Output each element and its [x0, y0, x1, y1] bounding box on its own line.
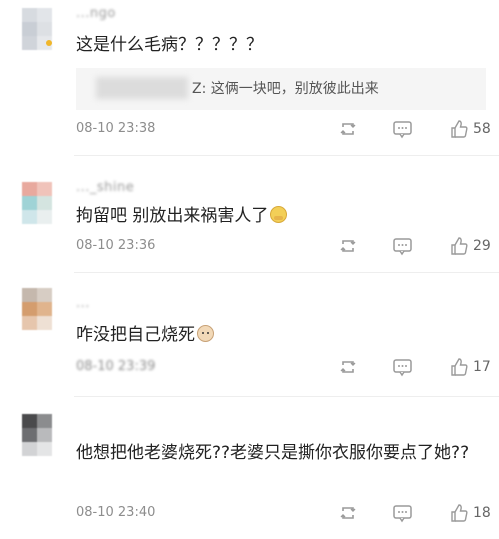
- comment-text: 拘留吧 别放出来祸害人了: [76, 203, 486, 230]
- timestamp: 08-10 23:40: [76, 505, 156, 520]
- avatar-pixel: [22, 36, 37, 50]
- timestamp: 08-10 23:38: [76, 121, 156, 136]
- like-count: 17: [473, 359, 491, 375]
- verified-badge-icon: [46, 40, 52, 46]
- avatar-pixel: [22, 428, 37, 442]
- comment-icon[interactable]: [392, 236, 413, 256]
- avatar-pixel: [37, 22, 52, 36]
- avatar-pixel: [37, 210, 52, 224]
- comment-meta: 08-10 23:39 17: [76, 357, 499, 379]
- avatar-pixel: [22, 316, 37, 330]
- divider: [74, 272, 499, 273]
- repost-icon[interactable]: [338, 503, 358, 523]
- like-count: 29: [473, 238, 491, 254]
- like-count: 58: [473, 121, 491, 137]
- avatar[interactable]: [22, 288, 52, 330]
- divider: [74, 155, 499, 156]
- blurred-quote-author: [96, 77, 188, 99]
- avatar-pixel: [37, 442, 52, 456]
- avatar-pixel: [22, 442, 37, 456]
- avatar-pixel: [22, 196, 37, 210]
- comment-feed: ...ngo 这是什么毛病？？？？？ Z: 这俩一块吧，别放彼此出来 08-10…: [0, 0, 499, 539]
- avatar-pixel: [22, 302, 37, 316]
- username[interactable]: ...ngo: [76, 6, 116, 21]
- thumbs-up-icon: [451, 358, 468, 376]
- quote-text: Z: 这俩一块吧，别放彼此出来: [192, 81, 379, 97]
- avatar-pixel: [22, 8, 37, 22]
- repost-icon[interactable]: [338, 357, 358, 377]
- comment-icon[interactable]: [392, 357, 413, 377]
- cover-mouth-emoji-icon: [270, 206, 288, 223]
- avatar-pixel: [22, 414, 37, 428]
- comment-text-content: 拘留吧 别放出来祸害人了: [76, 206, 269, 226]
- quoted-reply[interactable]: Z: 这俩一块吧，别放彼此出来: [76, 68, 486, 110]
- avatar-pixel: [37, 316, 52, 330]
- comment-icon[interactable]: [392, 119, 413, 139]
- dog-emoji-icon: [197, 325, 214, 342]
- comment-text: 这是什么毛病？？？？？: [76, 35, 263, 55]
- like-button[interactable]: 18: [449, 503, 491, 523]
- username[interactable]: ..._shine: [76, 180, 134, 195]
- avatar[interactable]: [22, 182, 52, 224]
- like-button[interactable]: 29: [449, 236, 491, 256]
- avatar-pixel: [37, 428, 52, 442]
- username[interactable]: ...: [76, 296, 90, 311]
- avatar-pixel: [37, 302, 52, 316]
- avatar-pixel: [37, 196, 52, 210]
- divider: [74, 396, 499, 397]
- comment-meta: 08-10 23:36 29: [76, 236, 499, 258]
- like-button[interactable]: 58: [449, 119, 491, 139]
- repost-icon[interactable]: [338, 236, 358, 256]
- avatar-pixel: [37, 414, 52, 428]
- thumbs-up-icon: [451, 504, 468, 522]
- comment-meta: 08-10 23:40 18: [76, 503, 499, 525]
- timestamp: 08-10 23:36: [76, 238, 156, 253]
- avatar-pixel: [22, 210, 37, 224]
- comment-text: 他想把他老婆烧死??老婆只是撕你衣服你要点了她??: [76, 443, 470, 463]
- like-button[interactable]: 17: [449, 357, 491, 377]
- comment-icon[interactable]: [392, 503, 413, 523]
- avatar[interactable]: [22, 414, 52, 456]
- avatar-pixel: [37, 8, 52, 22]
- timestamp: 08-10 23:39: [76, 359, 156, 374]
- comment-text-content: 咋没把自己烧死: [76, 325, 195, 345]
- avatar-pixel: [37, 288, 52, 302]
- thumbs-up-icon: [451, 120, 468, 138]
- avatar-pixel: [22, 22, 37, 36]
- avatar-pixel: [37, 182, 52, 196]
- comment-text: 咋没把自己烧死: [76, 322, 486, 349]
- thumbs-up-icon: [451, 237, 468, 255]
- comment-meta: 08-10 23:38 58: [76, 119, 499, 141]
- repost-icon[interactable]: [338, 119, 358, 139]
- avatar-pixel: [22, 288, 37, 302]
- avatar-pixel: [22, 182, 37, 196]
- like-count: 18: [473, 505, 491, 521]
